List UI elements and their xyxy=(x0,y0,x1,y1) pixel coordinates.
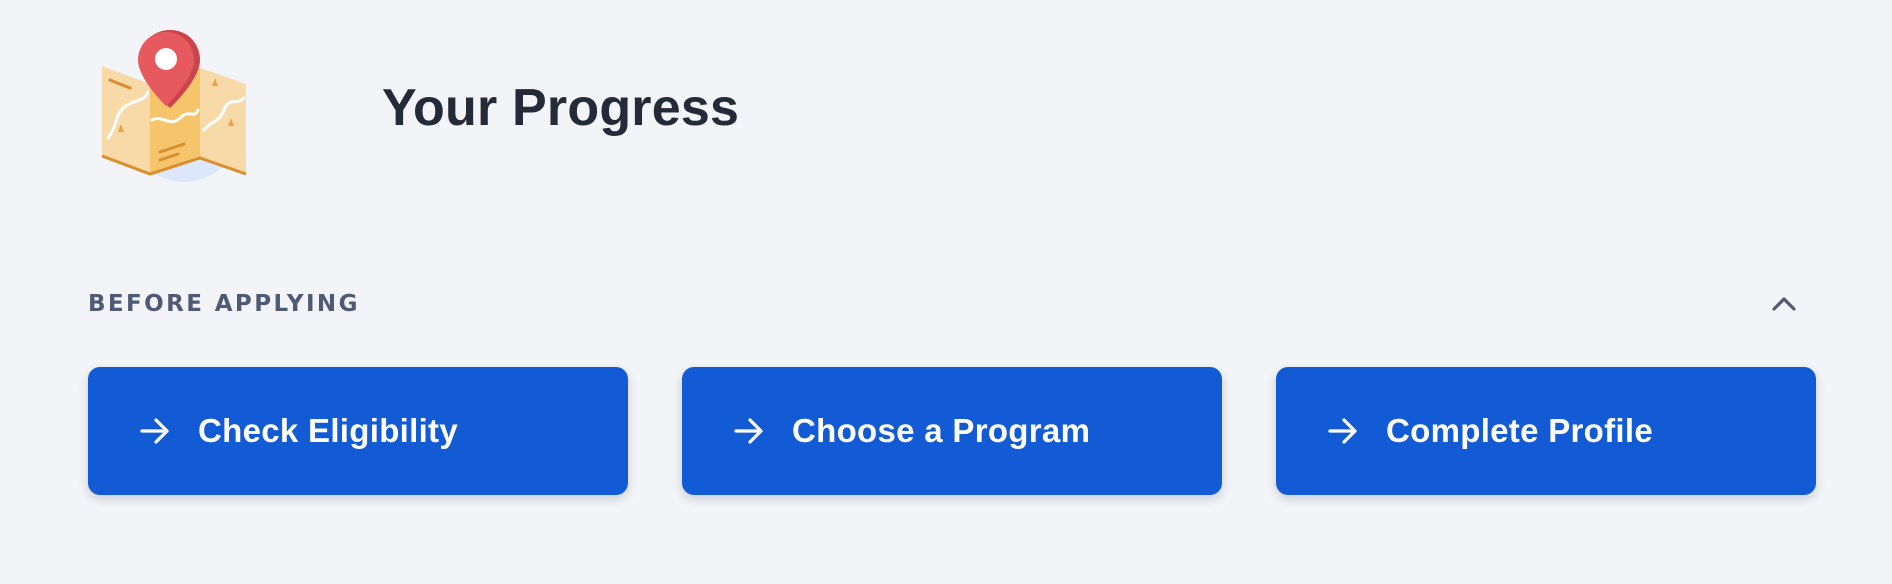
choose-a-program-button[interactable]: Choose a Program xyxy=(682,367,1222,495)
choose-a-program-label: Choose a Program xyxy=(792,412,1091,449)
steps-row: Check Eligibility Choose a Program Compl… xyxy=(88,367,1816,495)
collapse-toggle-button[interactable] xyxy=(1764,286,1804,322)
check-eligibility-label: Check Eligibility xyxy=(198,412,458,449)
page-title: Your Progress xyxy=(382,79,740,137)
complete-profile-button[interactable]: Complete Profile xyxy=(1276,367,1816,495)
chevron-up-icon xyxy=(1772,297,1796,311)
arrow-right-icon xyxy=(734,418,763,444)
complete-profile-label: Complete Profile xyxy=(1386,412,1654,449)
section-header: BEFORE APPLYING xyxy=(88,286,1804,322)
progress-header: Your Progress xyxy=(96,28,739,188)
check-eligibility-button[interactable]: Check Eligibility xyxy=(88,367,628,495)
map-with-location-pin-icon xyxy=(101,30,247,182)
arrow-right-icon xyxy=(1328,418,1357,444)
section-title: BEFORE APPLYING xyxy=(88,291,360,317)
arrow-right-icon xyxy=(140,418,169,444)
